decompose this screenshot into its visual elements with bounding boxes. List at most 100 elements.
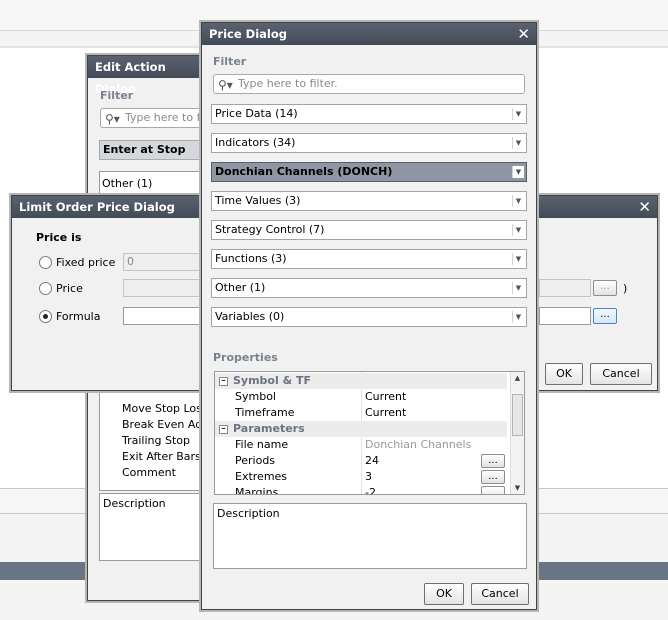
limit-order-title: Limit Order Price Dialog	[19, 200, 175, 214]
edit-action-titlebar[interactable]: Edit Action Dialog	[88, 56, 206, 96]
collapse-icon[interactable]: –	[219, 424, 228, 434]
edit-action-description-label: Description	[103, 497, 166, 510]
prop-timeframe[interactable]: Timeframe Current	[215, 405, 507, 421]
prop-value: -2	[365, 486, 376, 495]
category-price-data[interactable]: Price Data (14) ▼	[211, 104, 527, 124]
prop-key: Extremes	[235, 470, 288, 483]
scrollbar-thumb[interactable]	[512, 394, 523, 436]
prop-file-name[interactable]: File name Donchian Channels	[215, 437, 507, 453]
list-item-break-even[interactable]: Break Even Add	[122, 418, 209, 431]
category-label: Strategy Control (7)	[215, 223, 325, 236]
category-label: Variables (0)	[215, 310, 285, 323]
price-dialog-titlebar[interactable]: Price Dialog ✕	[202, 23, 536, 45]
price-search-placeholder: Type here to filter.	[238, 77, 338, 90]
group-label: Parameters	[233, 422, 305, 435]
collapse-icon[interactable]: –	[219, 376, 228, 386]
formula-input[interactable]	[123, 307, 203, 325]
edit-action-filter-label: Filter	[100, 89, 134, 102]
close-icon[interactable]: ✕	[517, 23, 530, 45]
price-is-heading: Price is	[36, 231, 82, 244]
category-strategy-control[interactable]: Strategy Control (7) ▼	[211, 220, 527, 240]
category-time-values[interactable]: Time Values (3) ▼	[211, 191, 527, 211]
prop-symbol[interactable]: Symbol Current	[215, 389, 507, 405]
prop-value: Current	[365, 406, 407, 419]
prop-margins[interactable]: Margins -2	[215, 485, 507, 495]
properties-grid: – Symbol & TF Symbol Current Timeframe Curr…	[214, 371, 525, 495]
chevron-down-icon: ▼	[512, 311, 524, 323]
properties-scrollbar[interactable]: ▲ ▼	[510, 372, 524, 494]
prop-extremes[interactable]: Extremes 3...	[215, 469, 507, 485]
price-ellipsis-button[interactable]: ...	[593, 280, 617, 296]
prop-key: Symbol	[235, 390, 276, 403]
scroll-up-icon[interactable]: ▲	[511, 372, 524, 384]
chevron-down-icon: ▼	[512, 137, 524, 149]
close-paren: )	[623, 282, 628, 295]
price-dialog-title: Price Dialog	[209, 27, 287, 41]
prop-key: Margins	[235, 486, 279, 495]
price-description[interactable]: Description	[213, 503, 527, 569]
category-functions[interactable]: Functions (3) ▼	[211, 249, 527, 269]
list-item-exit-after-bars[interactable]: Exit After Bars	[122, 450, 201, 463]
price-input-right[interactable]	[539, 279, 591, 297]
category-label: Time Values (3)	[215, 194, 301, 207]
limit-order-ok-button[interactable]: OK	[545, 363, 583, 385]
list-item-other[interactable]: Other (1)	[102, 177, 152, 190]
prop-value: 24	[365, 454, 379, 467]
prop-value: 3	[365, 470, 372, 483]
price-description-label: Description	[217, 507, 280, 520]
prop-key: Periods	[235, 454, 276, 467]
price-label: Price	[56, 282, 83, 295]
group-parameters[interactable]: – Parameters	[215, 421, 507, 437]
category-label: Price Data (14)	[215, 107, 298, 120]
price-radio[interactable]	[39, 282, 52, 295]
category-other[interactable]: Other (1) ▼	[211, 278, 527, 298]
formula-label: Formula	[56, 310, 101, 323]
edit-action-selected-item[interactable]: Enter at Stop	[99, 140, 209, 160]
price-dialog: Price Dialog ✕ Filter ⚲▾ Type here to fi…	[201, 22, 537, 610]
prop-periods[interactable]: Periods 24...	[215, 453, 507, 469]
extremes-ellipsis-button[interactable]: ...	[481, 470, 505, 484]
chevron-down-icon: ▼	[512, 166, 524, 178]
chevron-down-icon: ▼	[512, 253, 524, 265]
prop-key: Timeframe	[235, 406, 295, 419]
category-variables[interactable]: Variables (0) ▼	[211, 307, 527, 327]
fixed-price-label: Fixed price	[56, 256, 116, 269]
category-label: Other (1)	[215, 281, 266, 294]
price-input[interactable]	[123, 279, 203, 297]
group-symbol-tf[interactable]: – Symbol & TF	[215, 373, 507, 389]
list-item-move-stop-loss[interactable]: Move Stop Loss	[122, 402, 208, 415]
chevron-down-icon: ▼	[512, 108, 524, 120]
category-label: Indicators (34)	[215, 136, 296, 149]
edit-action-description[interactable]: Description	[99, 493, 209, 561]
formula-radio[interactable]	[39, 310, 52, 323]
price-cancel-button[interactable]: Cancel	[471, 583, 529, 605]
fixed-price-input[interactable]: 0	[123, 253, 203, 271]
margins-ellipsis-button[interactable]	[481, 486, 505, 494]
list-item-trailing-stop[interactable]: Trailing Stop	[122, 434, 190, 447]
chevron-down-icon: ▼	[512, 282, 524, 294]
price-filter-label: Filter	[213, 55, 247, 68]
edit-action-search-placeholder: Type here to fi	[125, 111, 204, 124]
edit-action-search-input[interactable]: ⚲▾ Type here to fi	[100, 108, 210, 128]
list-item-comment[interactable]: Comment	[122, 466, 176, 479]
prop-key: File name	[235, 438, 289, 451]
close-icon[interactable]: ✕	[638, 196, 651, 218]
category-indicators[interactable]: Indicators (34) ▼	[211, 133, 527, 153]
formula-input-right[interactable]	[539, 307, 591, 325]
limit-order-cancel-button[interactable]: Cancel	[590, 363, 652, 385]
properties-label: Properties	[213, 351, 278, 364]
formula-ellipsis-button[interactable]: ...	[593, 308, 617, 324]
periods-ellipsis-button[interactable]: ...	[481, 454, 505, 468]
prop-value: Current	[365, 390, 407, 403]
category-label: Donchian Channels (DONCH)	[215, 165, 393, 178]
chevron-down-icon: ▼	[512, 224, 524, 236]
category-label: Functions (3)	[215, 252, 287, 265]
price-ok-button[interactable]: OK	[424, 583, 464, 605]
price-search-input[interactable]: ⚲▾ Type here to filter.	[213, 74, 525, 94]
search-icon: ⚲▾	[218, 78, 233, 92]
prop-value: Donchian Channels	[365, 438, 472, 451]
scroll-down-icon[interactable]: ▼	[511, 482, 524, 494]
category-donchian-channels[interactable]: Donchian Channels (DONCH) ▼	[211, 162, 527, 182]
fixed-price-radio[interactable]	[39, 256, 52, 269]
group-label: Symbol & TF	[233, 374, 312, 387]
